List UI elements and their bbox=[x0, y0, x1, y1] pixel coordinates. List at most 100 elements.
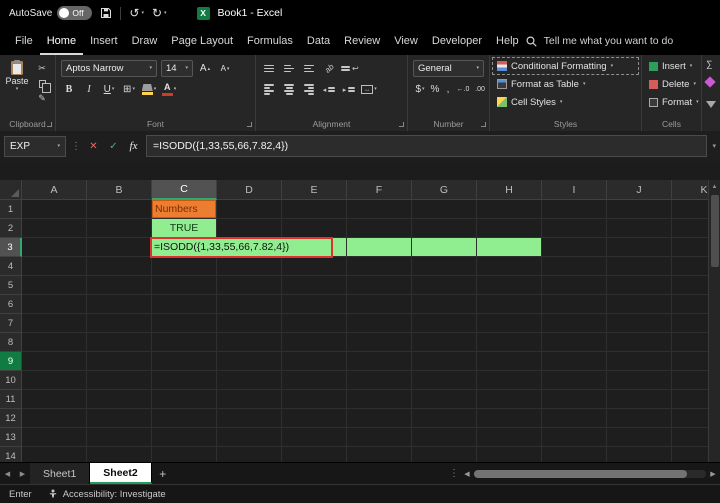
cell-H6[interactable] bbox=[477, 295, 542, 314]
cell-F6[interactable] bbox=[347, 295, 412, 314]
menu-tab-page-layout[interactable]: Page Layout bbox=[164, 29, 240, 55]
cell-B7[interactable] bbox=[87, 314, 152, 333]
menu-tab-data[interactable]: Data bbox=[300, 29, 337, 55]
column-header-I[interactable]: I bbox=[542, 180, 607, 200]
cell-G8[interactable] bbox=[412, 333, 477, 352]
borders-button[interactable]: ⊞ bbox=[121, 81, 137, 98]
cell-A2[interactable] bbox=[22, 219, 87, 238]
merge-center-button[interactable] bbox=[361, 81, 377, 98]
column-header-C[interactable]: C bbox=[152, 180, 217, 200]
cell-I3[interactable] bbox=[542, 238, 607, 257]
cell-A12[interactable] bbox=[22, 409, 87, 428]
cell-C9[interactable] bbox=[152, 352, 217, 371]
cell-D6[interactable] bbox=[217, 295, 282, 314]
percent-style-button[interactable]: % bbox=[429, 81, 441, 98]
menu-tab-developer[interactable]: Developer bbox=[425, 29, 489, 55]
cell-E4[interactable] bbox=[282, 257, 347, 276]
cell-D7[interactable] bbox=[217, 314, 282, 333]
cell-H12[interactable] bbox=[477, 409, 542, 428]
scroll-left-icon[interactable] bbox=[462, 470, 472, 478]
align-right-button[interactable] bbox=[301, 81, 317, 98]
copy-button[interactable] bbox=[34, 77, 51, 93]
comma-style-button[interactable]: , bbox=[443, 81, 453, 98]
font-dialog-launcher[interactable] bbox=[247, 122, 252, 127]
cell-J6[interactable] bbox=[607, 295, 672, 314]
cell-J5[interactable] bbox=[607, 276, 672, 295]
cell-J11[interactable] bbox=[607, 390, 672, 409]
cell-B5[interactable] bbox=[87, 276, 152, 295]
number-dialog-launcher[interactable] bbox=[481, 122, 486, 127]
cell-A1[interactable] bbox=[22, 200, 87, 219]
alignment-dialog-launcher[interactable] bbox=[399, 122, 404, 127]
autosave-toggle[interactable]: AutoSave Off bbox=[9, 6, 93, 20]
cell-G6[interactable] bbox=[412, 295, 477, 314]
cell-F12[interactable] bbox=[347, 409, 412, 428]
accessibility-checker[interactable]: Accessibility: Investigate bbox=[48, 489, 166, 500]
cell-E6[interactable] bbox=[282, 295, 347, 314]
bold-button[interactable]: B bbox=[61, 81, 77, 98]
delete-cells-button[interactable]: Delete bbox=[644, 75, 699, 93]
cell-F1[interactable] bbox=[347, 200, 412, 219]
enter-button[interactable]: ✓ bbox=[106, 141, 121, 152]
cell-H1[interactable] bbox=[477, 200, 542, 219]
sheet-tab-sheet2[interactable]: Sheet2 bbox=[90, 463, 152, 484]
format-cells-button[interactable]: Format bbox=[644, 93, 699, 111]
cell-B3[interactable] bbox=[87, 238, 152, 257]
cell-C6[interactable] bbox=[152, 295, 217, 314]
cell-J8[interactable] bbox=[607, 333, 672, 352]
menu-tab-home[interactable]: Home bbox=[39, 29, 84, 55]
cell-B6[interactable] bbox=[87, 295, 152, 314]
cell-E10[interactable] bbox=[282, 371, 347, 390]
cell-A13[interactable] bbox=[22, 428, 87, 447]
cell-G9[interactable] bbox=[412, 352, 477, 371]
cell-A11[interactable] bbox=[22, 390, 87, 409]
cell-F3[interactable] bbox=[347, 238, 412, 257]
cell-H10[interactable] bbox=[477, 371, 542, 390]
cell-C5[interactable] bbox=[152, 276, 217, 295]
cell-A8[interactable] bbox=[22, 333, 87, 352]
cell-F9[interactable] bbox=[347, 352, 412, 371]
font-size-select[interactable]: 14 bbox=[161, 60, 193, 77]
tell-me-search[interactable]: Tell me what you want to do bbox=[526, 35, 720, 55]
cell-A3[interactable] bbox=[22, 238, 87, 257]
undo-button[interactable]: ↺ bbox=[129, 7, 144, 19]
font-color-button[interactable]: A bbox=[161, 81, 177, 98]
cell-A5[interactable] bbox=[22, 276, 87, 295]
cell-H13[interactable] bbox=[477, 428, 542, 447]
row-header-13[interactable]: 13 bbox=[0, 428, 22, 447]
sheet-tab-sheet1[interactable]: Sheet1 bbox=[30, 463, 91, 484]
formula-bar-expand-icon[interactable] bbox=[712, 142, 716, 150]
cell-J1[interactable] bbox=[607, 200, 672, 219]
align-center-button[interactable] bbox=[281, 81, 297, 98]
cell-E14[interactable] bbox=[282, 447, 347, 462]
format-painter-button[interactable]: ✎ bbox=[34, 92, 50, 105]
horizontal-scroll-thumb[interactable] bbox=[474, 469, 688, 478]
row-header-10[interactable]: 10 bbox=[0, 371, 22, 390]
cell-J14[interactable] bbox=[607, 447, 672, 462]
cell-I14[interactable] bbox=[542, 447, 607, 462]
cell-H7[interactable] bbox=[477, 314, 542, 333]
row-header-1[interactable]: 1 bbox=[0, 200, 22, 219]
decrease-decimal-button[interactable]: .00 bbox=[473, 81, 487, 98]
increase-font-size-button[interactable] bbox=[197, 60, 213, 77]
cell-A14[interactable] bbox=[22, 447, 87, 462]
cell-A9[interactable] bbox=[22, 352, 87, 371]
cell-I10[interactable] bbox=[542, 371, 607, 390]
cell-J13[interactable] bbox=[607, 428, 672, 447]
wrap-text-button[interactable] bbox=[341, 60, 359, 77]
cell-G12[interactable] bbox=[412, 409, 477, 428]
menu-tab-review[interactable]: Review bbox=[337, 29, 387, 55]
name-box[interactable]: EXP bbox=[4, 135, 66, 157]
cell-H8[interactable] bbox=[477, 333, 542, 352]
cell-B14[interactable] bbox=[87, 447, 152, 462]
cell-D1[interactable] bbox=[217, 200, 282, 219]
cell-I11[interactable] bbox=[542, 390, 607, 409]
cell-edit-overlay[interactable]: =ISODD({1,33,55,66,7.82,4}) bbox=[150, 237, 333, 258]
cell-F10[interactable] bbox=[347, 371, 412, 390]
cell-B8[interactable] bbox=[87, 333, 152, 352]
cell-styles-button[interactable]: Cell Styles bbox=[492, 93, 639, 111]
cell-F8[interactable] bbox=[347, 333, 412, 352]
new-sheet-button[interactable]: + bbox=[152, 463, 174, 484]
cell-H3[interactable] bbox=[477, 238, 542, 257]
cell-F5[interactable] bbox=[347, 276, 412, 295]
